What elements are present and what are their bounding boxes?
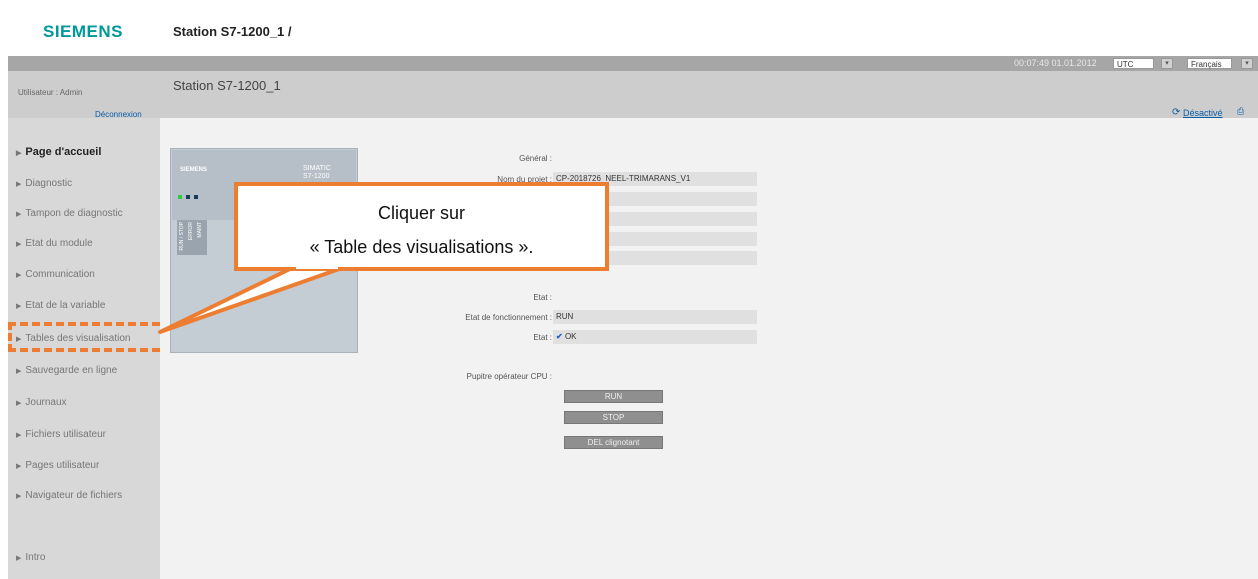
callout-tail xyxy=(158,266,344,334)
callout-tail-join xyxy=(296,263,338,269)
callout-pointer xyxy=(158,266,344,334)
callout-text-line1: Cliquer sur xyxy=(377,203,466,223)
highlight-dashed-box xyxy=(8,322,160,352)
callout-text-line2: « Table des visualisations ». xyxy=(309,237,534,257)
